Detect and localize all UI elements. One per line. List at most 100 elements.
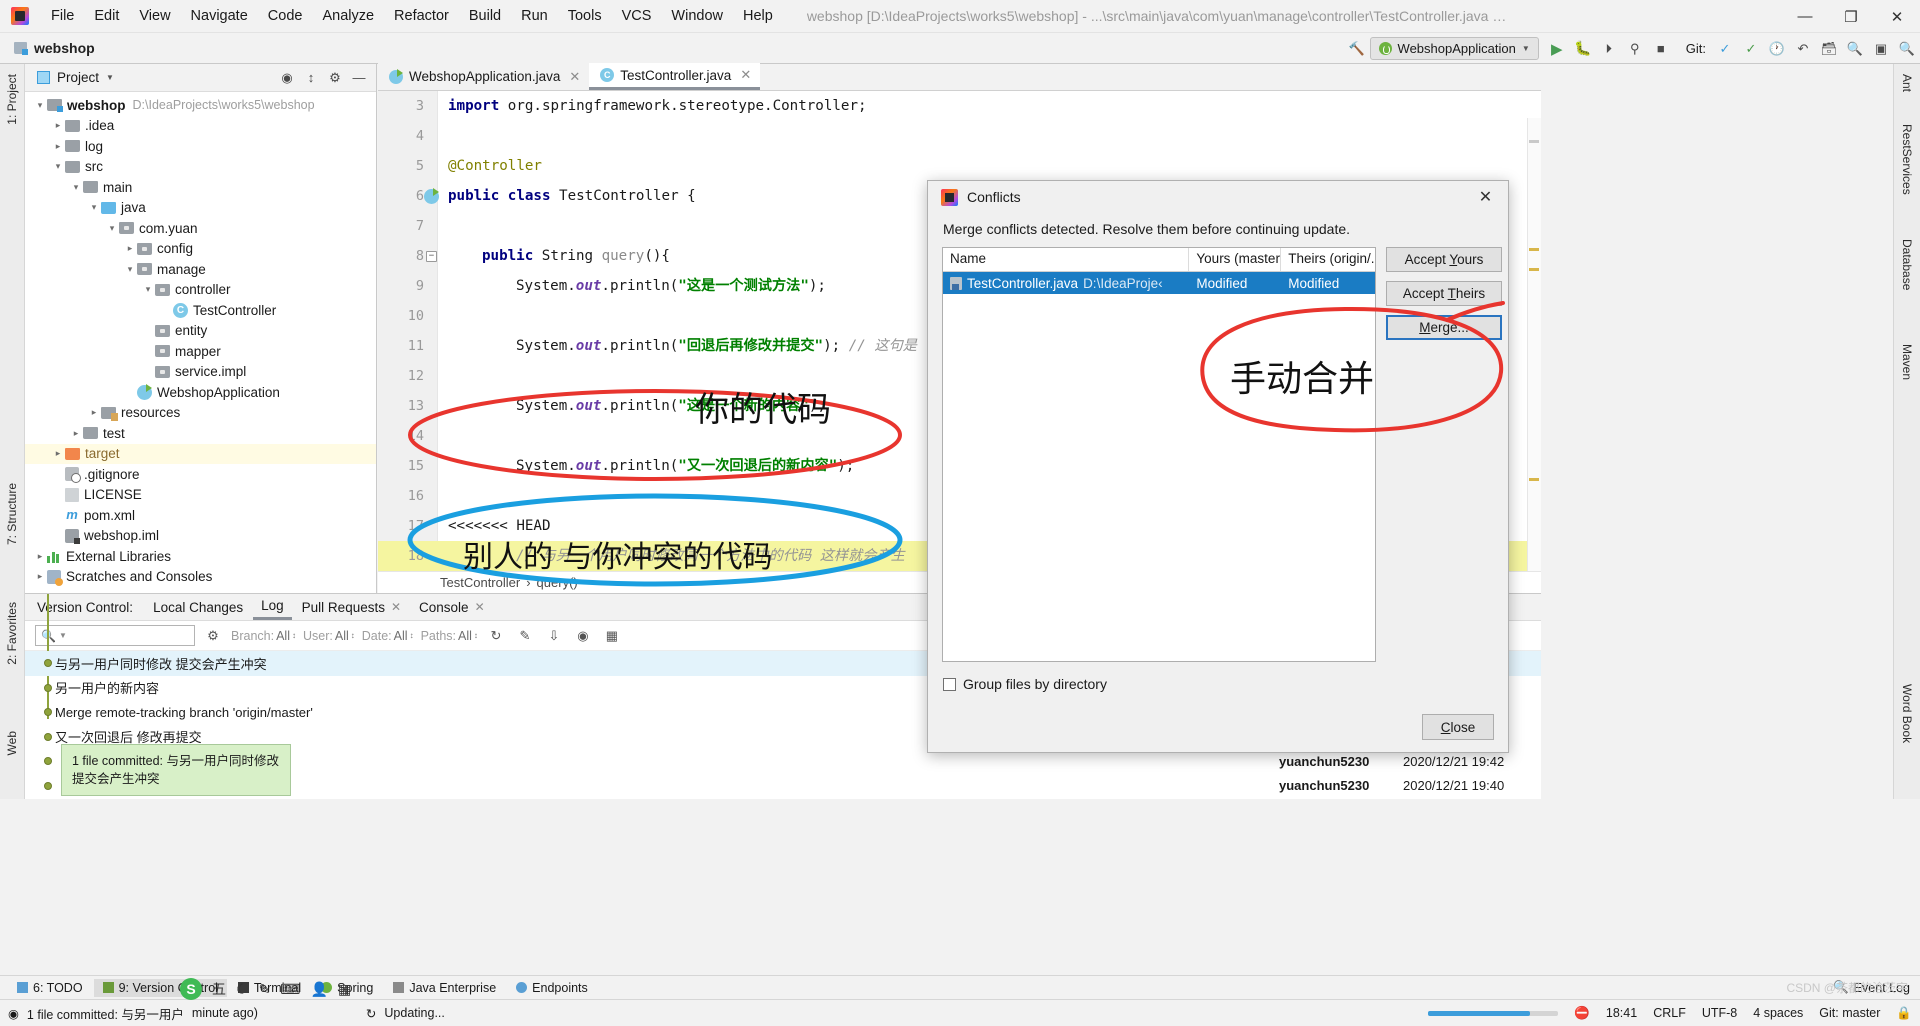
search-icon[interactable]: 🔍: [1894, 36, 1920, 62]
stripe-button-favorites[interactable]: 2: Favorites: [5, 598, 19, 669]
bottom-tab-todo[interactable]: 6: TODO: [8, 979, 92, 997]
intellisort-icon[interactable]: ◉: [572, 625, 594, 646]
collapse-icon[interactable]: ⇩: [543, 625, 565, 646]
chevron-down-icon[interactable]: ▾: [69, 182, 83, 193]
checkbox-box[interactable]: [943, 677, 956, 691]
sogou-input-icon[interactable]: S: [180, 978, 202, 1000]
collapse-all-icon[interactable]: ↕: [300, 67, 322, 89]
chevron-down-icon[interactable]: ▼: [106, 73, 114, 82]
run-button[interactable]: ▶: [1544, 36, 1570, 62]
menu-tools[interactable]: Tools: [558, 5, 612, 27]
ime-keyboard-icon[interactable]: ⌨: [280, 981, 300, 998]
search-everywhere-icon[interactable]: 🔍: [1842, 36, 1868, 62]
tree-item-src[interactable]: ▾ src: [25, 157, 376, 178]
git-rollback-icon[interactable]: ↶: [1790, 36, 1816, 62]
layout-icon[interactable]: ▣: [1868, 36, 1894, 62]
vcs-tab-pull-requests[interactable]: Pull Requests ✕: [294, 596, 409, 619]
tree-item-com-yuan[interactable]: ▾ com.yuan: [25, 218, 376, 239]
ime-apps-icon[interactable]: ▦: [338, 981, 351, 998]
tree-item-scratches-and-consoles[interactable]: ▸ Scratches and Consoles: [25, 567, 376, 588]
code-line[interactable]: 4: [378, 121, 1541, 151]
spring-bean-icon[interactable]: [424, 188, 439, 204]
tree-item-manage[interactable]: ▾ manage: [25, 259, 376, 280]
debug-button[interactable]: 🐛: [1570, 36, 1596, 62]
accept-yours-button[interactable]: Accept Yours: [1386, 247, 1502, 272]
dialog-close-button[interactable]: Close: [1422, 714, 1494, 740]
stop-button[interactable]: ■: [1648, 36, 1674, 62]
log-search-input[interactable]: 🔍 ▼: [35, 625, 195, 646]
chevron-right-icon[interactable]: ▸: [51, 141, 65, 152]
tree-item-target[interactable]: ▸ target: [25, 443, 376, 464]
menu-file[interactable]: File: [41, 5, 84, 27]
chevron-right-icon[interactable]: ▸: [51, 448, 65, 459]
tree-item--gitignore[interactable]: .gitignore: [25, 464, 376, 485]
tree-item-log[interactable]: ▸ log: [25, 136, 376, 157]
menu-help[interactable]: Help: [733, 5, 783, 27]
filter-date[interactable]: Date: All ↕: [362, 629, 414, 643]
vcs-tab-console[interactable]: Console ✕: [411, 596, 493, 619]
breadcrumb-method[interactable]: query(): [537, 575, 578, 590]
tree-item-license[interactable]: LICENSE: [25, 485, 376, 506]
breadcrumb-project[interactable]: webshop: [34, 40, 95, 56]
log-settings-gear-icon[interactable]: ⚙: [202, 625, 224, 646]
vcs-tab-local-changes[interactable]: Local Changes: [145, 596, 251, 619]
chevron-right-icon[interactable]: ▸: [33, 551, 47, 562]
run-with-coverage-button[interactable]: ⏵: [1596, 36, 1622, 62]
merge-button[interactable]: Merge...: [1386, 315, 1502, 340]
close-icon[interactable]: ✕: [475, 600, 485, 614]
bottom-tab-java-enterprise[interactable]: Java Enterprise: [384, 979, 505, 997]
maximize-button[interactable]: ❐: [1828, 0, 1874, 33]
vcs-tab-log[interactable]: Log: [253, 594, 292, 620]
chevron-down-icon[interactable]: ▾: [123, 264, 137, 275]
tree-item-service-impl[interactable]: service.impl: [25, 362, 376, 383]
ime-moon-icon[interactable]: ☾: [236, 981, 249, 998]
chevron-down-icon[interactable]: ▾: [105, 223, 119, 234]
ime-pen-icon[interactable]: ✎: [259, 981, 271, 998]
stripe-button-restservices[interactable]: RestServices: [1900, 124, 1914, 195]
status-git-branch[interactable]: Git: master: [1819, 1006, 1880, 1020]
tree-item-webshopapplication[interactable]: WebshopApplication: [25, 382, 376, 403]
group-files-checkbox[interactable]: Group files by directory: [928, 662, 1508, 692]
code-fold-icon[interactable]: −: [426, 251, 437, 262]
chevron-down-icon[interactable]: ▼: [59, 631, 67, 640]
scroll-from-source-icon[interactable]: ◉: [276, 67, 298, 89]
highlight-icon[interactable]: ✎: [514, 625, 536, 646]
status-encoding[interactable]: UTF-8: [1702, 1006, 1737, 1020]
tree-item-java[interactable]: ▾ java: [25, 198, 376, 219]
chevron-right-icon[interactable]: ▸: [69, 428, 83, 439]
chevron-down-icon[interactable]: ▾: [141, 284, 155, 295]
editor-marker-bar[interactable]: [1527, 118, 1541, 593]
tab-testcontroller[interactable]: C TestController.java ✕: [589, 63, 761, 90]
tree-item-mapper[interactable]: mapper: [25, 341, 376, 362]
stripe-button-wordbook[interactable]: Word Book: [1900, 684, 1914, 743]
menu-refactor[interactable]: Refactor: [384, 5, 459, 27]
tree-item-webshop-iml[interactable]: webshop.iml: [25, 526, 376, 547]
chevron-right-icon[interactable]: ▸: [33, 571, 47, 582]
status-line-separator[interactable]: CRLF: [1653, 1006, 1686, 1020]
status-indent[interactable]: 4 spaces: [1753, 1006, 1803, 1020]
menu-analyze[interactable]: Analyze: [312, 5, 384, 27]
tree-item-entity[interactable]: entity: [25, 321, 376, 342]
settings-gear-icon[interactable]: ⚙: [324, 67, 346, 89]
close-icon[interactable]: ✕: [391, 600, 401, 614]
column-header-yours[interactable]: Yours (master): [1189, 248, 1282, 271]
menu-run[interactable]: Run: [511, 5, 558, 27]
close-icon[interactable]: ✕: [740, 67, 751, 83]
menu-navigate[interactable]: Navigate: [181, 5, 258, 27]
column-header-name[interactable]: Name: [943, 248, 1190, 271]
open-settings-icon[interactable]: 🗃: [1816, 36, 1842, 62]
tree-item-config[interactable]: ▸ config: [25, 239, 376, 260]
stripe-button-project[interactable]: 1: Project: [5, 70, 19, 129]
minimize-button[interactable]: —: [1782, 0, 1828, 33]
menu-window[interactable]: Window: [661, 5, 733, 27]
ime-user-icon[interactable]: 👤: [311, 981, 328, 998]
close-icon[interactable]: ✕: [569, 69, 580, 85]
stripe-button-maven[interactable]: Maven: [1900, 344, 1914, 380]
show-details-icon[interactable]: ▦: [601, 625, 623, 646]
chevron-right-icon[interactable]: ▸: [87, 407, 101, 418]
chevron-down-icon[interactable]: ▾: [33, 100, 47, 111]
status-stop-icon[interactable]: ⛔: [1574, 1006, 1590, 1021]
menu-edit[interactable]: Edit: [84, 5, 129, 27]
stripe-button-structure[interactable]: 7: Structure: [5, 479, 19, 549]
menu-vcs[interactable]: VCS: [612, 5, 662, 27]
